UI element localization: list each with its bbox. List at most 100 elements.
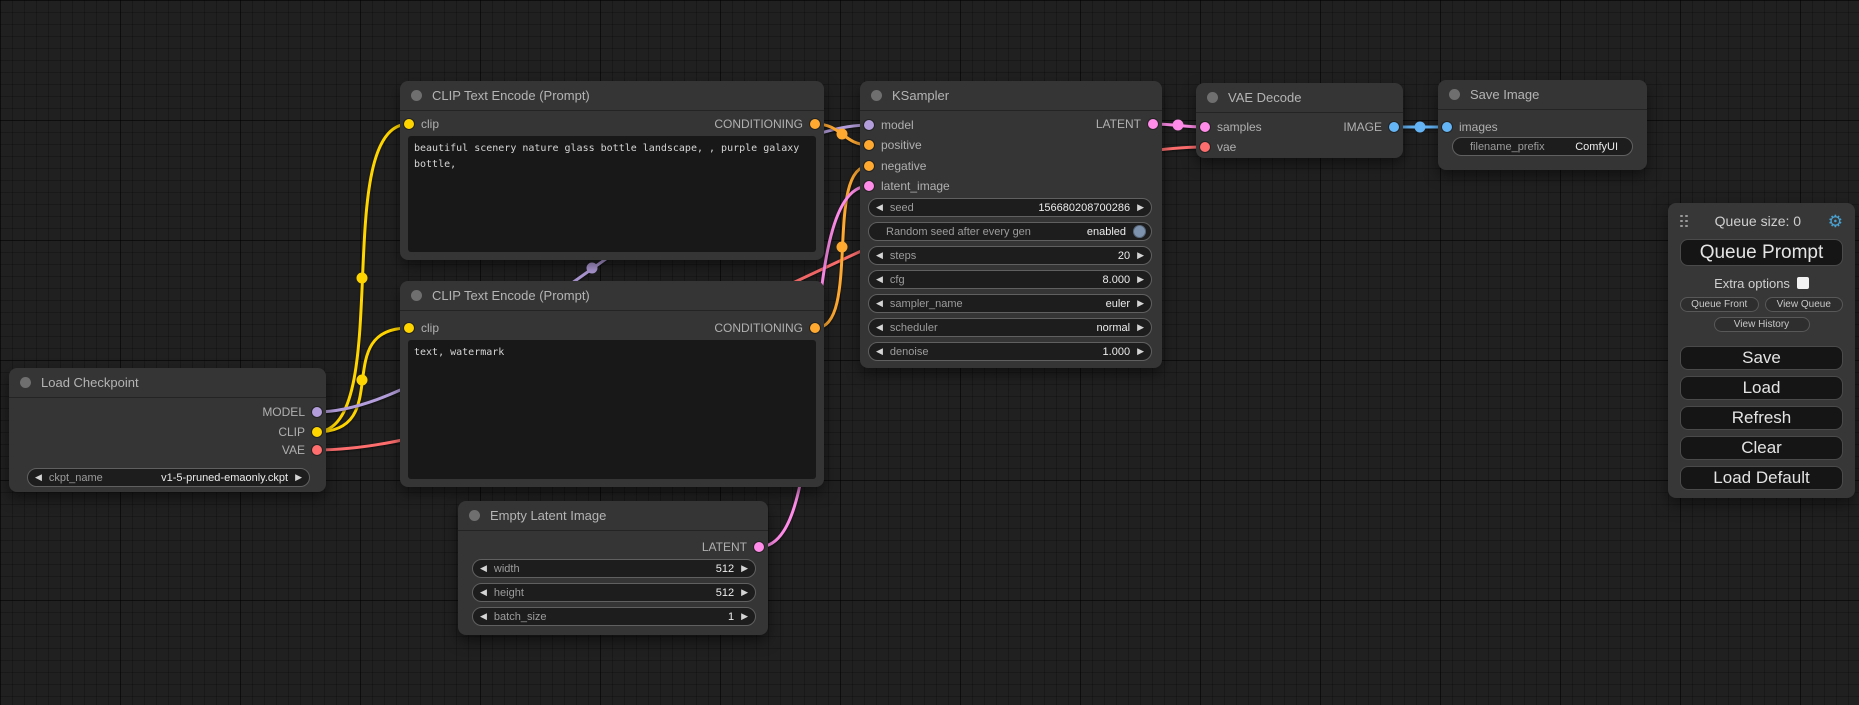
input-negative[interactable]: negative	[864, 158, 926, 174]
output-latent[interactable]: LATENT	[1096, 116, 1158, 132]
latent-port-icon[interactable]	[1200, 122, 1210, 132]
node-header[interactable]: Load Checkpoint	[9, 368, 326, 398]
save-button[interactable]: Save	[1680, 346, 1843, 370]
decrement-arrow-icon[interactable]: ◀	[480, 612, 487, 621]
seed-widget[interactable]: ◀ seed 156680208700286 ▶	[868, 198, 1152, 217]
clip-port-icon[interactable]	[404, 119, 414, 129]
vae-port-icon[interactable]	[1200, 142, 1210, 152]
random-seed-toggle-widget[interactable]: Random seed after every gen enabled	[868, 222, 1152, 241]
decrement-arrow-icon[interactable]: ◀	[876, 251, 883, 260]
increment-arrow-icon[interactable]: ▶	[1137, 323, 1144, 332]
decrement-arrow-icon[interactable]: ◀	[876, 323, 883, 332]
refresh-button[interactable]: Refresh	[1680, 406, 1843, 430]
height-widget[interactable]: ◀ height 512 ▶	[472, 583, 756, 602]
increment-arrow-icon[interactable]: ▶	[1137, 203, 1144, 212]
increment-arrow-icon[interactable]: ▶	[1137, 299, 1144, 308]
increment-arrow-icon[interactable]: ▶	[1137, 347, 1144, 356]
node-header[interactable]: VAE Decode	[1196, 83, 1403, 113]
view-history-button[interactable]: View History	[1714, 317, 1810, 332]
decrement-arrow-icon[interactable]: ◀	[876, 275, 883, 284]
node-clip-text-encode-positive[interactable]: CLIP Text Encode (Prompt) clip CONDITION…	[400, 81, 824, 260]
latent-port-icon[interactable]	[754, 542, 764, 552]
output-image[interactable]: IMAGE	[1343, 119, 1399, 135]
output-conditioning[interactable]: CONDITIONING	[714, 116, 820, 132]
scheduler-widget[interactable]: ◀ scheduler normal ▶	[868, 318, 1152, 337]
collapse-dot-icon[interactable]	[20, 377, 31, 388]
decrement-arrow-icon[interactable]: ◀	[480, 564, 487, 573]
conditioning-port-icon[interactable]	[810, 119, 820, 129]
drag-handle-icon[interactable]	[1680, 215, 1688, 228]
conditioning-port-icon[interactable]	[864, 161, 874, 171]
toggle-dot-icon[interactable]	[1133, 225, 1146, 238]
prompt-text-field[interactable]: text, watermark	[408, 340, 816, 479]
increment-arrow-icon[interactable]: ▶	[295, 473, 302, 482]
input-positive[interactable]: positive	[864, 137, 922, 153]
increment-arrow-icon[interactable]: ▶	[741, 612, 748, 621]
clip-port-icon[interactable]	[312, 427, 322, 437]
clip-port-icon[interactable]	[404, 323, 414, 333]
filename-prefix-widget[interactable]: filename_prefix ComfyUI	[1452, 137, 1633, 156]
settings-gear-icon[interactable]: ⚙	[1828, 213, 1843, 230]
node-graph-canvas[interactable]: Load Checkpoint MODEL CLIP VAE ◀ ckpt_na…	[0, 0, 1859, 705]
collapse-dot-icon[interactable]	[411, 290, 422, 301]
queue-front-button[interactable]: Queue Front	[1680, 297, 1759, 312]
collapse-dot-icon[interactable]	[1207, 92, 1218, 103]
clear-button[interactable]: Clear	[1680, 436, 1843, 460]
increment-arrow-icon[interactable]: ▶	[1137, 251, 1144, 260]
collapse-dot-icon[interactable]	[871, 90, 882, 101]
extra-options-checkbox[interactable]	[1797, 277, 1809, 289]
load-default-button[interactable]: Load Default	[1680, 466, 1843, 490]
decrement-arrow-icon[interactable]: ◀	[876, 299, 883, 308]
collapse-dot-icon[interactable]	[411, 90, 422, 101]
output-latent[interactable]: LATENT	[702, 539, 764, 555]
model-port-icon[interactable]	[864, 120, 874, 130]
decrement-arrow-icon[interactable]: ◀	[480, 588, 487, 597]
increment-arrow-icon[interactable]: ▶	[741, 588, 748, 597]
decrement-arrow-icon[interactable]: ◀	[35, 473, 42, 482]
conditioning-port-icon[interactable]	[810, 323, 820, 333]
increment-arrow-icon[interactable]: ▶	[1137, 275, 1144, 284]
cfg-widget[interactable]: ◀ cfg 8.000 ▶	[868, 270, 1152, 289]
latent-port-icon[interactable]	[864, 181, 874, 191]
node-header[interactable]: Empty Latent Image	[458, 501, 768, 531]
sampler-name-widget[interactable]: ◀ sampler_name euler ▶	[868, 294, 1152, 313]
collapse-dot-icon[interactable]	[469, 510, 480, 521]
node-ksampler[interactable]: KSampler model positive negative latent_…	[860, 81, 1162, 368]
node-save-image[interactable]: Save Image images filename_prefix ComfyU…	[1438, 80, 1647, 170]
batch-size-widget[interactable]: ◀ batch_size 1 ▶	[472, 607, 756, 626]
input-clip[interactable]: clip	[404, 320, 439, 336]
collapse-dot-icon[interactable]	[1449, 89, 1460, 100]
node-empty-latent-image[interactable]: Empty Latent Image LATENT ◀ width 512 ▶ …	[458, 501, 768, 635]
queue-prompt-button[interactable]: Queue Prompt	[1680, 239, 1843, 266]
model-port-icon[interactable]	[312, 407, 322, 417]
node-clip-text-encode-negative[interactable]: CLIP Text Encode (Prompt) clip CONDITION…	[400, 281, 824, 487]
conditioning-port-icon[interactable]	[864, 140, 874, 150]
node-vae-decode[interactable]: VAE Decode samples vae IMAGE	[1196, 83, 1403, 158]
vae-port-icon[interactable]	[312, 445, 322, 455]
image-port-icon[interactable]	[1389, 122, 1399, 132]
view-queue-button[interactable]: View Queue	[1765, 297, 1844, 312]
node-header[interactable]: Save Image	[1438, 80, 1647, 110]
decrement-arrow-icon[interactable]: ◀	[876, 347, 883, 356]
ckpt-name-widget[interactable]: ◀ ckpt_name v1-5-pruned-emaonly.ckpt ▶	[27, 468, 310, 487]
decrement-arrow-icon[interactable]: ◀	[876, 203, 883, 212]
width-widget[interactable]: ◀ width 512 ▶	[472, 559, 756, 578]
increment-arrow-icon[interactable]: ▶	[741, 564, 748, 573]
output-vae[interactable]: VAE	[282, 442, 322, 458]
node-header[interactable]: CLIP Text Encode (Prompt)	[400, 81, 824, 111]
input-model[interactable]: model	[864, 117, 914, 133]
input-clip[interactable]: clip	[404, 116, 439, 132]
input-samples[interactable]: samples	[1200, 119, 1262, 135]
denoise-widget[interactable]: ◀ denoise 1.000 ▶	[868, 342, 1152, 361]
image-port-icon[interactable]	[1442, 122, 1452, 132]
prompt-text-field[interactable]: beautiful scenery nature glass bottle la…	[408, 136, 816, 252]
input-vae[interactable]: vae	[1200, 139, 1236, 155]
output-model[interactable]: MODEL	[262, 404, 322, 420]
input-images[interactable]: images	[1442, 119, 1498, 135]
node-header[interactable]: CLIP Text Encode (Prompt)	[400, 281, 824, 311]
load-button[interactable]: Load	[1680, 376, 1843, 400]
latent-port-icon[interactable]	[1148, 119, 1158, 129]
output-conditioning[interactable]: CONDITIONING	[714, 320, 820, 336]
node-header[interactable]: KSampler	[860, 81, 1162, 111]
output-clip[interactable]: CLIP	[278, 424, 322, 440]
